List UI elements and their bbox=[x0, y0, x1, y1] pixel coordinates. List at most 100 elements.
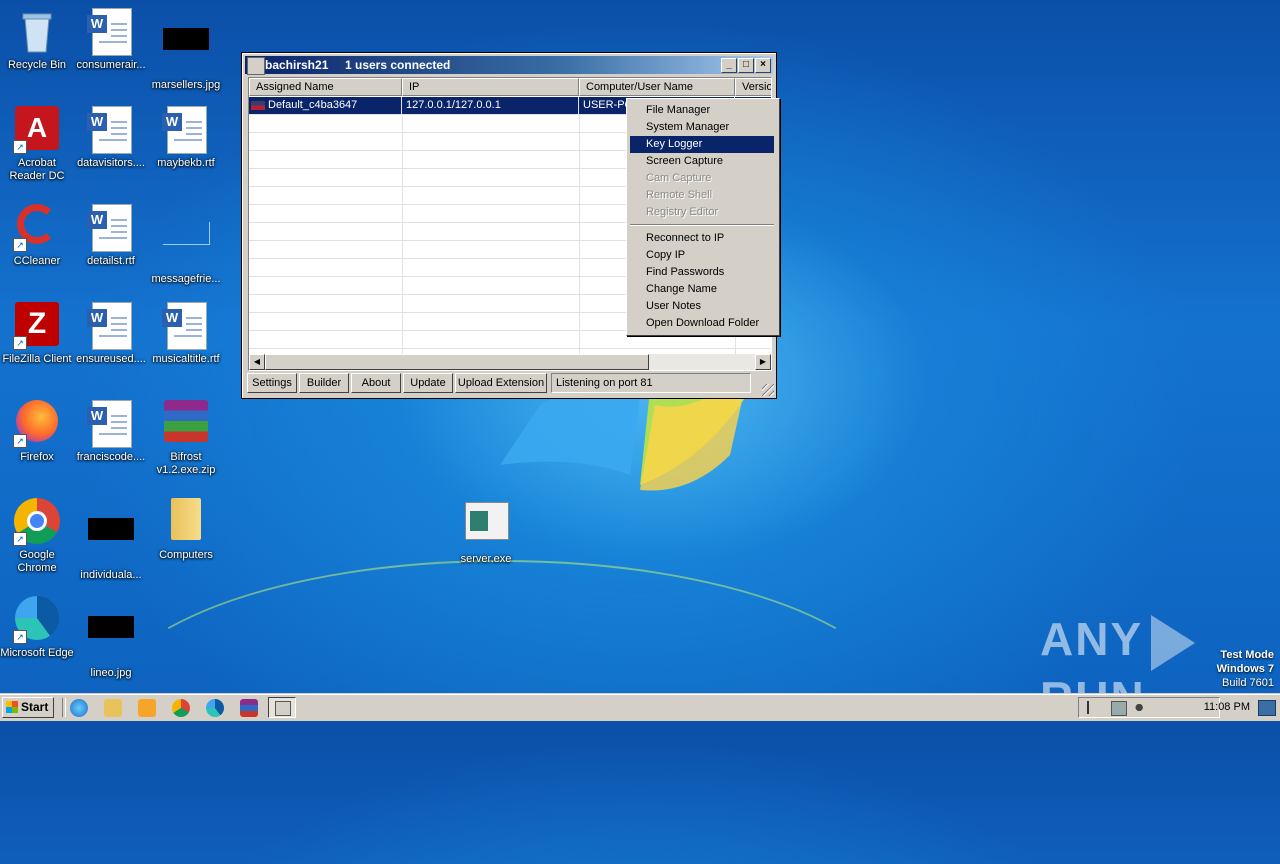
desktop-icon-datavisitors[interactable]: W datavisitors.... bbox=[74, 106, 148, 170]
desktop-icon-individuala[interactable]: individuala... bbox=[74, 498, 148, 582]
action-center-flag-icon[interactable] bbox=[1087, 701, 1103, 714]
window-titlebar[interactable]: bachirsh21 1 users connected _ □ × bbox=[245, 56, 773, 75]
builder-button[interactable]: Builder bbox=[299, 373, 349, 393]
edge-icon: ↗ bbox=[13, 596, 61, 644]
menu-item-copy-ip[interactable]: Copy IP bbox=[630, 247, 774, 264]
settings-button[interactable]: Settings bbox=[247, 373, 297, 393]
shortcut-arrow-icon: ↗ bbox=[13, 336, 27, 350]
shortcut-arrow-icon: ↗ bbox=[13, 140, 27, 154]
folder-icon bbox=[162, 498, 210, 546]
desktop-icon-detailst[interactable]: W detailst.rtf bbox=[74, 204, 148, 268]
volume-icon[interactable] bbox=[1135, 701, 1149, 714]
media-player-icon[interactable] bbox=[138, 699, 156, 717]
scroll-thumb[interactable] bbox=[265, 354, 649, 370]
column-header-ip[interactable]: IP bbox=[402, 78, 579, 96]
desktop-icon-musicaltitle[interactable]: W musicaltitle.rtf bbox=[149, 302, 223, 366]
menu-item-screen-capture[interactable]: Screen Capture bbox=[630, 153, 774, 170]
about-button[interactable]: About bbox=[351, 373, 401, 393]
minimize-button[interactable]: _ bbox=[721, 58, 737, 73]
column-header-computer-user[interactable]: Computer/User Name bbox=[579, 78, 735, 96]
test-mode-notice: Test Mode Windows 7 Build 7601 bbox=[1217, 648, 1274, 690]
shortcut-arrow-icon: ↗ bbox=[13, 532, 27, 546]
desktop-icon-label: individuala... bbox=[80, 569, 142, 581]
clock[interactable]: 11:08 PM bbox=[1204, 695, 1250, 720]
menu-item-remote-shell: Remote Shell bbox=[646, 189, 713, 201]
desktop-icon-label: Google Chrome bbox=[17, 549, 57, 574]
shortcut-arrow-icon: ↗ bbox=[13, 238, 27, 252]
menu-item-reconnect-to-ip[interactable]: Reconnect to IP bbox=[630, 230, 774, 247]
update-button[interactable]: Update bbox=[403, 373, 453, 393]
ccleaner-icon: ↗ bbox=[13, 204, 61, 252]
start-button[interactable]: Start bbox=[2, 697, 54, 718]
word-doc-icon: W bbox=[87, 204, 135, 252]
menu-item-system-manager[interactable]: System Manager bbox=[630, 119, 774, 136]
winrar-taskbar-icon[interactable] bbox=[240, 699, 258, 717]
network-icon[interactable] bbox=[1111, 701, 1127, 716]
desktop-icon-label: detailst.rtf bbox=[87, 255, 135, 267]
close-button[interactable]: × bbox=[755, 58, 771, 73]
desktop-icon-firefox[interactable]: ↗ Firefox bbox=[0, 400, 74, 464]
internet-explorer-icon[interactable] bbox=[70, 699, 88, 717]
build-label: Build 7601 bbox=[1222, 677, 1274, 689]
scroll-left-button[interactable]: ◀ bbox=[249, 354, 265, 370]
desktop-icon-label: Microsoft Edge bbox=[0, 647, 74, 659]
desktop-icon-ccleaner[interactable]: ↗ CCleaner bbox=[0, 204, 74, 268]
context-menu[interactable]: File Manager System Manager Key Logger S… bbox=[626, 98, 780, 336]
app-taskbar-icon bbox=[275, 701, 291, 716]
desktop-icon-bifrost-zip[interactable]: Bifrost v1.2.exe.zip bbox=[149, 400, 223, 477]
word-doc-icon: W bbox=[162, 302, 210, 350]
resize-grip[interactable] bbox=[762, 384, 774, 396]
desktop-icon-server-exe[interactable]: server.exe bbox=[449, 498, 523, 566]
status-bar: Listening on port 81 bbox=[551, 373, 751, 393]
desktop-icon-maybekb[interactable]: W maybekb.rtf bbox=[149, 106, 223, 170]
desktop-icon-franciscode[interactable]: W franciscode.... bbox=[74, 400, 148, 464]
menu-item-find-passwords[interactable]: Find Passwords bbox=[630, 264, 774, 281]
menu-item-open-download-folder[interactable]: Open Download Folder bbox=[630, 315, 774, 332]
menu-item-cam-capture: Cam Capture bbox=[646, 172, 712, 184]
desktop-icon-label: lineo.jpg bbox=[90, 667, 132, 679]
shortcut-arrow-icon: ↗ bbox=[13, 630, 27, 644]
desktop-icon-marsellers[interactable]: marsellers.jpg bbox=[149, 8, 223, 92]
desktop-icon-edge[interactable]: ↗ Microsoft Edge bbox=[0, 596, 74, 660]
desktop-icon-computers-folder[interactable]: Computers bbox=[149, 498, 223, 562]
desktop-icon-filezilla[interactable]: Z ↗ FileZilla Client bbox=[0, 302, 74, 366]
desktop-icon-label: consumerair... bbox=[76, 59, 146, 71]
maximize-button[interactable]: □ bbox=[738, 58, 754, 73]
explorer-folder-icon[interactable] bbox=[104, 699, 122, 717]
table-header: Assigned Name IP Computer/User Name Vers… bbox=[249, 78, 771, 96]
filezilla-icon: Z ↗ bbox=[13, 302, 61, 350]
edge-taskbar-icon[interactable] bbox=[206, 699, 224, 717]
windows-logo-icon bbox=[6, 701, 18, 713]
desktop-icon-label: maybekb.rtf bbox=[157, 157, 215, 169]
active-app-taskbar-button[interactable] bbox=[268, 697, 296, 718]
desktop-icon-label: datavisitors.... bbox=[77, 157, 145, 169]
desktop-icon-chrome[interactable]: ↗ Google Chrome bbox=[0, 498, 74, 575]
menu-item-key-logger[interactable]: Key Logger bbox=[630, 136, 774, 153]
app-icon bbox=[247, 57, 265, 75]
recycle-bin-icon bbox=[13, 8, 61, 56]
word-doc-icon: W bbox=[87, 302, 135, 350]
desktop-icon-label: CCleaner bbox=[13, 255, 61, 267]
desktop-icon-lineo[interactable]: lineo.jpg bbox=[74, 596, 148, 680]
upload-extension-button[interactable]: Upload Extension bbox=[455, 373, 547, 393]
menu-item-user-notes[interactable]: User Notes bbox=[630, 298, 774, 315]
desktop-icon-ensureused[interactable]: W ensureused.... bbox=[74, 302, 148, 366]
flag-icon bbox=[251, 100, 265, 110]
desktop-icon-recycle-bin[interactable]: Recycle Bin bbox=[0, 8, 74, 72]
column-header-version[interactable]: Versio bbox=[735, 78, 771, 96]
desktop-icon-acrobat[interactable]: A ↗ Acrobat Reader DC bbox=[0, 106, 74, 183]
desktop-icon-messagefrie[interactable]: messagefrie... bbox=[149, 204, 223, 286]
desktop-icon-consumerair[interactable]: W consumerair... bbox=[74, 8, 148, 72]
column-header-assigned-name[interactable]: Assigned Name bbox=[249, 78, 402, 96]
chrome-taskbar-icon[interactable] bbox=[172, 699, 190, 717]
show-desktop-icon[interactable] bbox=[1258, 700, 1276, 716]
scroll-right-button[interactable]: ▶ bbox=[755, 354, 771, 370]
menu-item-file-manager[interactable]: File Manager bbox=[630, 102, 774, 119]
menu-item-change-name[interactable]: Change Name bbox=[630, 281, 774, 298]
shortcut-arrow-icon: ↗ bbox=[13, 434, 27, 448]
horizontal-scrollbar[interactable]: ◀ ▶ bbox=[249, 354, 771, 370]
word-doc-icon: W bbox=[162, 106, 210, 154]
desktop-icon-label: FileZilla Client bbox=[2, 353, 72, 365]
word-doc-icon: W bbox=[87, 8, 135, 56]
ip-cell: 127.0.0.1/127.0.0.1 bbox=[402, 97, 579, 114]
